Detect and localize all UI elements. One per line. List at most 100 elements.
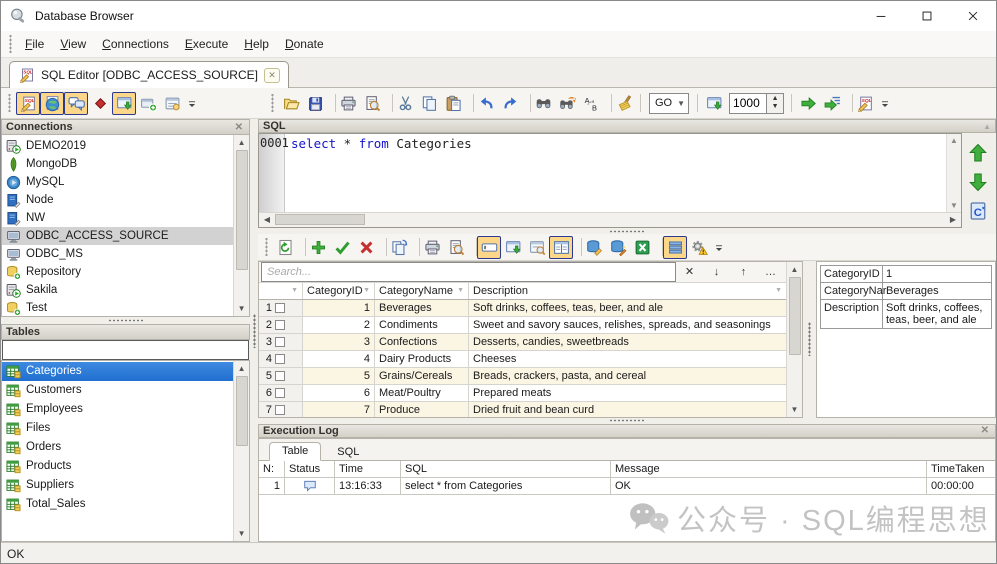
open-folder-icon[interactable] — [279, 92, 303, 115]
table-item[interactable]: Files — [2, 419, 233, 438]
menu-item[interactable]: View — [52, 34, 94, 54]
find-next-icon[interactable] — [555, 92, 579, 115]
cell-categoryid[interactable]: 4 — [303, 351, 375, 367]
copy-icon[interactable] — [417, 92, 441, 115]
table-item[interactable]: Categories — [2, 362, 233, 381]
print-icon[interactable] — [336, 92, 360, 115]
print-preview-icon[interactable] — [444, 236, 468, 259]
log-tab[interactable]: SQL — [325, 444, 371, 461]
table-item[interactable]: Products — [2, 457, 233, 476]
clean-broom-icon[interactable] — [612, 92, 636, 115]
column-header-description[interactable]: Description▼ — [469, 283, 786, 299]
close-button[interactable] — [950, 1, 996, 31]
menu-item[interactable]: File — [17, 34, 52, 54]
row-checkbox[interactable] — [275, 320, 285, 330]
cell-description[interactable]: Prepared meats — [469, 385, 786, 401]
sql-editor-icon[interactable]: SQL — [16, 92, 40, 115]
row-checkbox[interactable] — [275, 371, 285, 381]
settings-warn-icon[interactable] — [687, 236, 711, 259]
grid-view-icon[interactable] — [663, 236, 687, 259]
menu-item[interactable]: Execute — [177, 34, 236, 54]
menu-item[interactable]: Donate — [277, 34, 332, 54]
textbox-icon[interactable] — [477, 236, 501, 259]
cell-categoryname[interactable]: Meat/Poultry — [375, 385, 469, 401]
row-checkbox[interactable] — [275, 337, 285, 347]
column-header-categoryid[interactable]: CategoryID▼ — [303, 283, 375, 299]
undo-icon[interactable] — [474, 92, 498, 115]
grid-row[interactable]: 3▶ 3 Confections Desserts, candies, swee… — [259, 334, 786, 351]
copy-data-icon[interactable] — [387, 236, 411, 259]
cell-description[interactable]: Dried fruit and bean curd — [469, 402, 786, 417]
more-caret-icon[interactable] — [711, 236, 727, 259]
search-input[interactable] — [261, 262, 676, 282]
grid-scrollbar[interactable]: ▲ ▼ — [786, 262, 802, 417]
sql-editor[interactable]: 0001 select * from Categories ▲▼ ◀ ▶ — [258, 133, 962, 228]
grid-row[interactable]: 5▶ 5 Grains/Cereals Breads, crackers, pa… — [259, 368, 786, 385]
go-terminator-select[interactable]: GO▼ — [649, 93, 689, 114]
cell-description[interactable]: Soft drinks, coffees, teas, beer, and al… — [469, 300, 786, 316]
find-icon[interactable] — [531, 92, 555, 115]
cell-categoryname[interactable]: Beverages — [375, 300, 469, 316]
db-dump-icon[interactable] — [606, 236, 630, 259]
detail-row[interactable]: CategoryNar Beverages — [821, 283, 991, 300]
move-down-icon[interactable] — [968, 172, 988, 192]
cell-categoryname[interactable]: Produce — [375, 402, 469, 417]
table-item[interactable]: Suppliers — [2, 476, 233, 495]
table-item[interactable]: Orders — [2, 438, 233, 457]
cell-categoryname[interactable]: Dairy Products — [375, 351, 469, 367]
panel-splitter[interactable] — [258, 228, 996, 235]
grid-row[interactable]: 2▶ 2 Condiments Sweet and savory sauces,… — [259, 317, 786, 334]
globe-document-icon[interactable] — [40, 92, 64, 115]
paste-icon[interactable] — [441, 92, 465, 115]
log-row[interactable]: 1 13:16:33 select * from Categories OK 0… — [259, 478, 995, 495]
tab-sql-editor[interactable]: SQL SQL Editor [ODBC_ACCESS_SOURCE] ✕ — [9, 61, 289, 88]
run-window-icon[interactable] — [702, 92, 726, 115]
table-item[interactable]: Customers — [2, 381, 233, 400]
detail-row[interactable]: CategoryID 1 — [821, 266, 991, 283]
move-up-icon[interactable] — [968, 143, 988, 163]
minimize-button[interactable] — [858, 1, 904, 31]
cell-categoryid[interactable]: 1 — [303, 300, 375, 316]
cut-icon[interactable] — [393, 92, 417, 115]
run-window-icon[interactable] — [112, 92, 136, 115]
grid-row[interactable]: 4▶ 4 Dairy Products Cheeses — [259, 351, 786, 368]
connection-item[interactable]: DEMO2019 — [2, 137, 233, 155]
editor-hscrollbar[interactable]: ◀ ▶ — [259, 212, 961, 227]
close-icon[interactable]: ✕ — [233, 122, 245, 133]
execute-script-icon[interactable] — [820, 92, 844, 115]
execute-icon[interactable] — [796, 92, 820, 115]
print-icon[interactable] — [420, 236, 444, 259]
connection-item[interactable]: Test — [2, 299, 233, 317]
table-item[interactable]: Employees — [2, 400, 233, 419]
cell-categoryname[interactable]: Condiments — [375, 317, 469, 333]
cell-description[interactable]: Cheeses — [469, 351, 786, 367]
connection-item[interactable]: MySQL — [2, 173, 233, 191]
log-tab[interactable]: Table — [269, 442, 321, 461]
grid-row[interactable]: 6▶ 6 Meat/Poultry Prepared meats — [259, 385, 786, 402]
row-checkbox[interactable] — [275, 388, 285, 398]
menu-item[interactable]: Help — [236, 34, 277, 54]
cell-categoryname[interactable]: Confections — [375, 334, 469, 350]
tab-close-icon[interactable]: ✕ — [264, 68, 280, 83]
sql-code[interactable]: select * from Categories — [285, 134, 946, 212]
row-checkbox[interactable] — [275, 405, 285, 415]
row-checkbox[interactable] — [275, 354, 285, 364]
connection-item[interactable]: Repository — [2, 263, 233, 281]
connection-item[interactable]: Sakila — [2, 281, 233, 299]
cell-description[interactable]: Breads, crackers, pasta, and cereal — [469, 368, 786, 384]
more-caret-icon[interactable] — [184, 92, 200, 115]
cell-categoryid[interactable]: 5 — [303, 368, 375, 384]
refresh-icon[interactable]: C — [968, 201, 988, 221]
search-options-icon[interactable]: … — [757, 266, 784, 278]
connection-item[interactable]: ODBC_MS — [2, 245, 233, 263]
editor-vscrollbar[interactable]: ▲▼ — [946, 134, 961, 212]
connection-item[interactable]: Node — [2, 191, 233, 209]
grid-corner-header[interactable]: ▼ — [259, 283, 303, 299]
add-window-icon[interactable] — [136, 92, 160, 115]
excel-export-icon[interactable] — [630, 236, 654, 259]
collapse-icon[interactable]: ▲ — [983, 122, 991, 131]
comments-icon[interactable] — [64, 92, 88, 115]
db-edit-icon[interactable] — [582, 236, 606, 259]
form-find-icon[interactable] — [525, 236, 549, 259]
table-filter-input[interactable] — [2, 340, 249, 360]
